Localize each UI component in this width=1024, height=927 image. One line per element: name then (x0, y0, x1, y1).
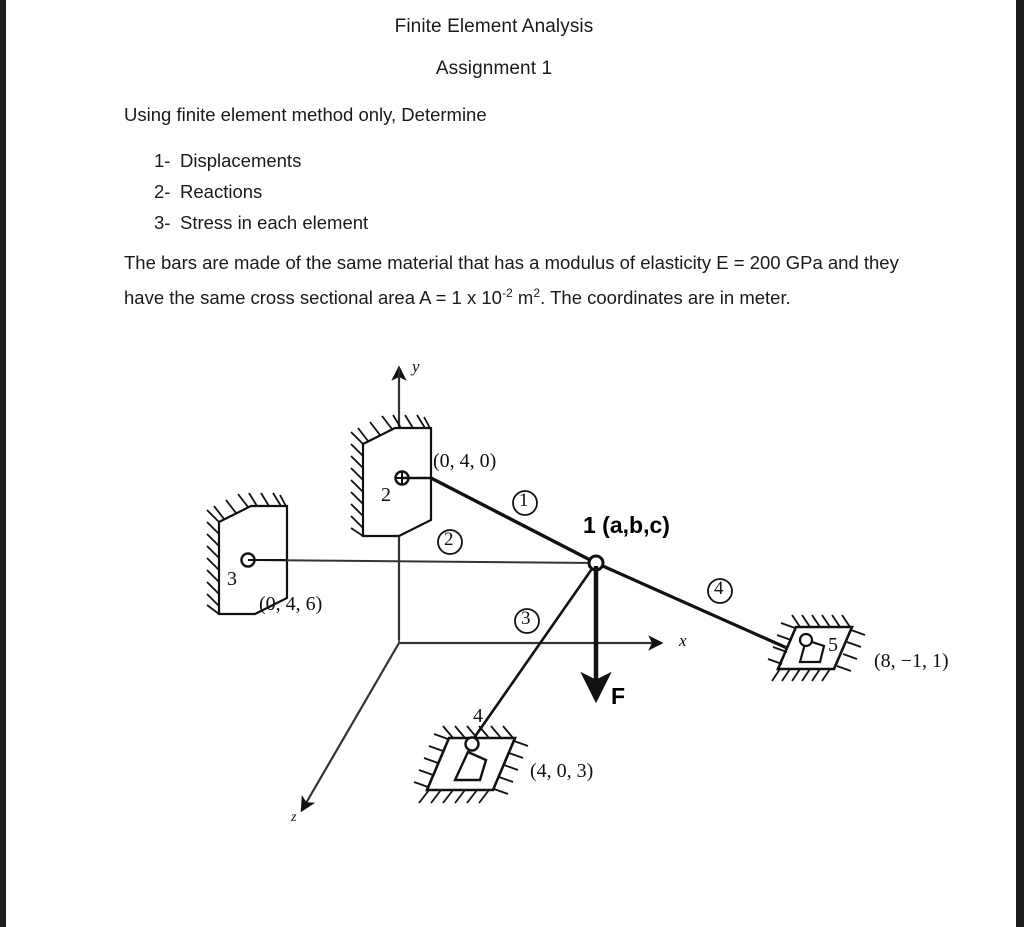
assignment-subtitle: Assignment 1 (435, 58, 553, 79)
node-5-label: 5 (828, 634, 838, 656)
task-label: Stress in each element (180, 212, 369, 233)
page-title: Finite Element Analysis (394, 16, 594, 37)
task-list: 1- Displacements 2- Reactions 3- Stress in … (154, 145, 368, 238)
task-label: Displacements (180, 150, 302, 171)
member-element-4 (595, 561, 797, 654)
task-number: 3- (154, 212, 171, 233)
node-3-label: 3 (227, 568, 237, 590)
force-label: F (611, 683, 626, 709)
material-text-part2: m (512, 287, 534, 309)
material-properties-paragraph: The bars are made of the same material t… (124, 248, 899, 313)
support-ground-node-4 (413, 725, 529, 804)
member-element-3 (472, 562, 598, 739)
element-2-number: 2 (444, 529, 454, 550)
node-4-label: 4 (473, 705, 483, 727)
node-4-coords: (4, 0, 3) (530, 760, 594, 782)
material-text-part3: . The coordinates are in meter. (540, 287, 791, 309)
intro-instruction: Using finite element method only, Determ… (124, 104, 487, 125)
node-5-coords: (8, −1, 1) (874, 650, 949, 672)
truss-diagram-svg (206, 365, 866, 813)
z-axis (300, 642, 400, 813)
element-1-number: 1 (519, 490, 529, 511)
task-number: 1- (154, 150, 171, 171)
list-item: 1- Displacements (154, 145, 368, 176)
list-item: 3- Stress in each element (154, 207, 368, 238)
element-3-number: 3 (521, 608, 531, 629)
support-ground-node-5 (767, 614, 866, 682)
document-page: Finite Element Analysis Assignment 1 Usi… (6, 0, 1016, 927)
app-frame: Finite Element Analysis Assignment 1 Usi… (0, 0, 1024, 927)
window-right-border (1016, 0, 1024, 927)
task-number: 2- (154, 181, 171, 202)
task-label: Reactions (180, 181, 263, 202)
element-4-number: 4 (714, 578, 724, 599)
node-1-label: 1 (a,b,c) (583, 512, 670, 538)
node-3-coords: (0, 4, 6) (259, 593, 323, 615)
truss-figure: y x z 2 (0, 4, 0) 3 (0, 4, 6) 4 (4, 0, 3… (6, 340, 1016, 860)
list-item: 2- Reactions (154, 176, 368, 207)
member-element-2 (250, 559, 597, 564)
axis-label-x: x (679, 631, 687, 650)
axis-label-y: y (412, 357, 420, 376)
support-wall-node-2 (350, 414, 433, 538)
node-2-label: 2 (381, 484, 391, 506)
node-2-coords: (0, 4, 0) (433, 450, 497, 472)
axis-label-z: z (291, 810, 297, 825)
exponent-minus-two: -2 (501, 286, 513, 300)
